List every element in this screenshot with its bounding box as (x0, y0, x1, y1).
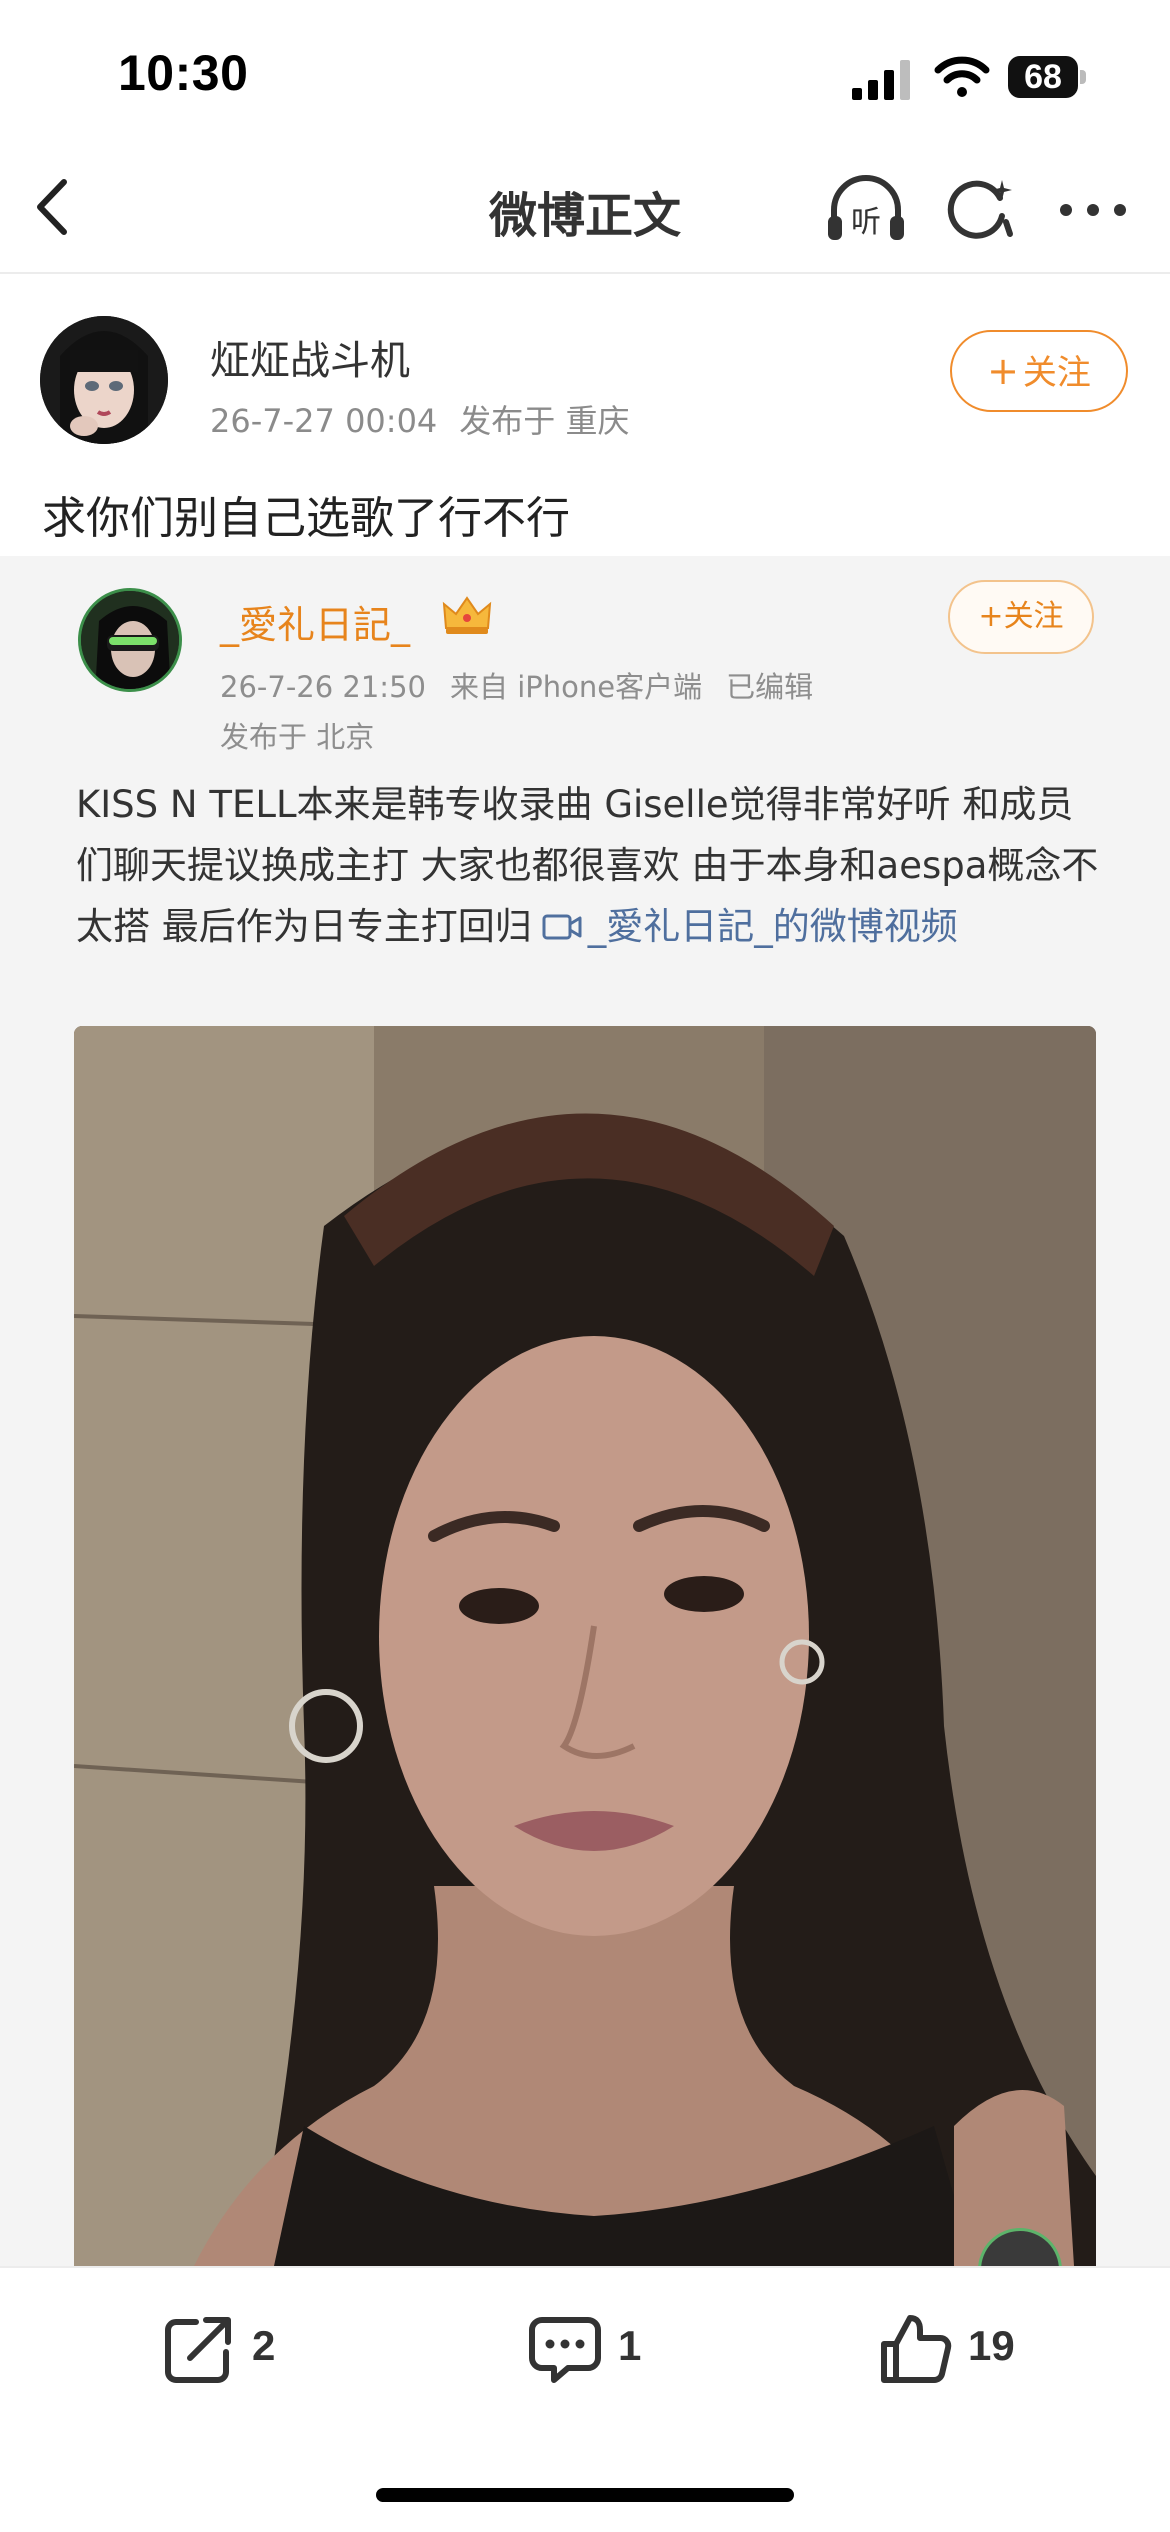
retweet-edited: 已编辑 (726, 670, 814, 704)
page-title: 微博正文 (488, 188, 681, 244)
retweet-follow-label: 关注 (1003, 599, 1064, 634)
comment-count: 1 (618, 2322, 642, 2369)
thumbs-up-icon (881, 2315, 952, 2383)
retweet-source: 来自 iPhone客户端 (449, 670, 703, 704)
video-link[interactable]: _愛礼日記_的微博视频 (588, 905, 958, 948)
video-thumbnail[interactable] (74, 1026, 1096, 2266)
signal-icon (852, 60, 910, 100)
home-indicator[interactable] (376, 2488, 794, 2502)
comment-icon (529, 2317, 601, 2383)
battery-icon: 68 (1008, 56, 1086, 98)
poster-name[interactable]: 炡炡战斗机 (210, 328, 410, 386)
follow-label: 关注 (1022, 353, 1091, 393)
retweet-location: 发布于 北京 (220, 720, 375, 754)
retweet-author[interactable]: _愛礼日記_ (220, 594, 410, 649)
post-timestamp: 26-7-27 00:04 (210, 402, 438, 440)
avatar-photo (40, 316, 168, 444)
post-location: 发布于 重庆 (459, 402, 630, 440)
listen-label: 听 (851, 205, 881, 240)
poster-meta: 26-7-27 00:04 发布于 重庆 (210, 396, 651, 442)
retweet-timestamp: 26-7-26 21:50 (220, 670, 426, 704)
wifi-icon (934, 56, 990, 97)
avatar[interactable] (40, 316, 168, 444)
plus-icon: + (987, 349, 1019, 393)
video-thumbnail-image (74, 1026, 1096, 2266)
more-icon[interactable] (1058, 202, 1128, 218)
back-icon[interactable] (28, 174, 84, 240)
retweet-meta: 26-7-26 21:50 来自 iPhone客户端 已编辑 (220, 664, 837, 706)
crown-icon (442, 596, 492, 634)
refresh-icon[interactable] (944, 174, 1014, 244)
battery-cap (1080, 70, 1086, 84)
retweet-body: KISS N TELL本来是韩专收录曲 Giselle觉得非常好听 和成员们聊天… (76, 774, 1106, 957)
post-text: 求你们别自己选歌了行不行 (42, 493, 570, 544)
retweet-follow-button[interactable]: +关注 (948, 580, 1094, 654)
video-link-icon (542, 914, 582, 940)
share-icon (165, 2317, 231, 2383)
nav-bar: 微博正文 听 (0, 150, 1170, 274)
status-bar: 10:30 68 (0, 0, 1170, 150)
retweet-avatar[interactable] (78, 588, 182, 692)
follow-button[interactable]: + 关注 (950, 330, 1128, 412)
weibo-post-page: 10:30 68 微博正文 听 炡炡战斗机 26-7-27 00:04 发布于 … (0, 0, 1170, 2532)
like-count: 19 (968, 2322, 1015, 2369)
plus-icon: + (978, 599, 1004, 634)
status-time: 10:30 (118, 45, 249, 101)
repost-count: 2 (252, 2322, 276, 2369)
listen-icon[interactable]: 听 (824, 172, 908, 248)
battery-level: 68 (1008, 56, 1078, 98)
